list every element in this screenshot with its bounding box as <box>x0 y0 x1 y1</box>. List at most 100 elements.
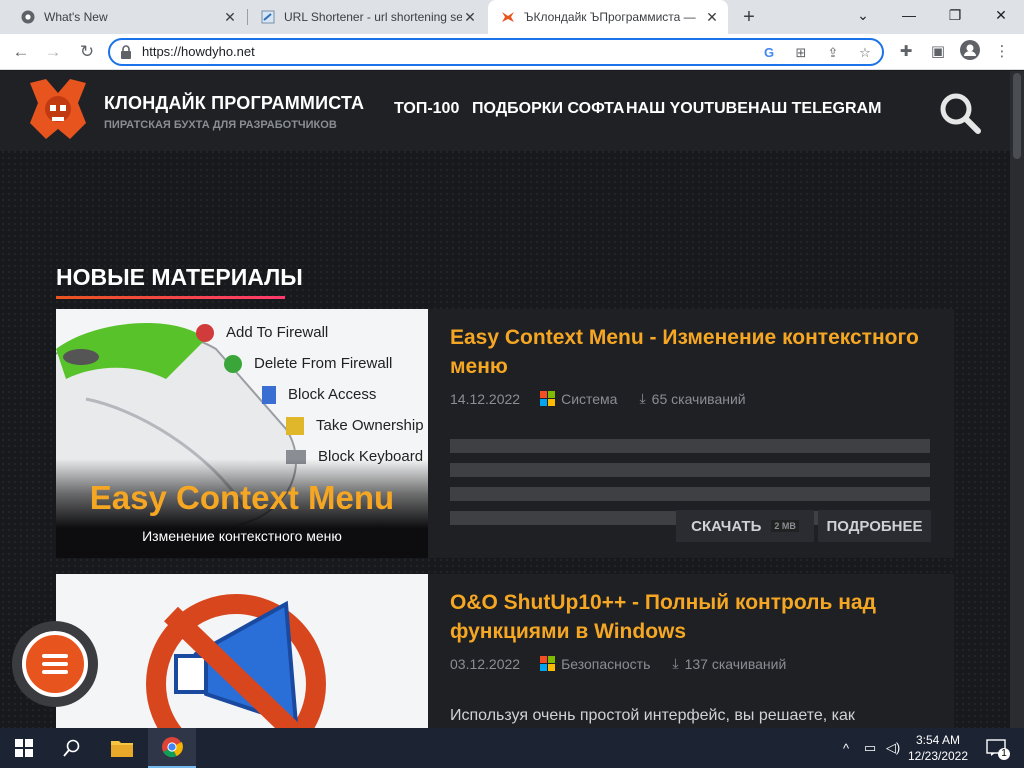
article-thumbnail[interactable]: Add To Firewall Delete From Firewall Blo… <box>56 309 428 558</box>
show-hidden-icons[interactable]: ^ <box>834 728 858 768</box>
article-category[interactable]: Безопасность <box>561 656 650 672</box>
back-button[interactable]: ← <box>8 40 34 66</box>
browser-tab-strip: What's New ✕ URL Shortener - url shorten… <box>0 0 1024 34</box>
site-logo[interactable] <box>28 79 88 143</box>
article-category[interactable]: Система <box>561 391 617 407</box>
article-meta: 14.12.2022 Система ⤓ 65 скачиваний <box>450 390 752 407</box>
minimize-button[interactable]: — <box>886 0 932 30</box>
search-taskbar-button[interactable] <box>48 728 96 768</box>
page-viewport: КЛОНДАЙК ПРОГРАММИСТА ПИРАТСКАЯ БУХТА ДЛ… <box>0 71 1010 728</box>
google-lens-icon[interactable]: G <box>760 44 778 62</box>
new-tab-button[interactable]: + <box>736 4 762 30</box>
shield-uac-icon <box>286 416 304 435</box>
more-button[interactable]: ПОДРОБНЕЕ <box>818 510 931 542</box>
thumbnail-title: Easy Context Menu <box>89 479 395 516</box>
menu-preview-row: Add To Firewall <box>196 317 424 348</box>
search-icon[interactable] <box>938 91 982 135</box>
download-count-icon: ⤓ <box>672 655 679 671</box>
tab-search-icon[interactable]: ⌄ <box>840 0 886 30</box>
page-scrollbar[interactable] <box>1010 71 1024 728</box>
site-brand[interactable]: КЛОНДАЙК ПРОГРАММИСТА <box>104 93 364 114</box>
close-window-button[interactable]: ✕ <box>978 0 1024 30</box>
search-icon <box>63 739 80 757</box>
article-downloads: 137 скачиваний <box>684 655 787 672</box>
menu-preview-row: Take Ownership <box>286 410 424 441</box>
share-icon[interactable]: ⇪ <box>824 44 842 62</box>
restore-button[interactable]: ❐ <box>932 0 978 30</box>
tab-klondike[interactable]: ЪКлондайк ЪПрограммиста — ✕ <box>488 0 728 34</box>
file-explorer-button[interactable] <box>98 728 146 768</box>
padlock-icon <box>262 385 276 404</box>
download-size-badge: 2 MB <box>771 520 799 532</box>
tab-title: URL Shortener - url shortening se <box>284 10 462 24</box>
section-underline <box>56 296 285 299</box>
article-description: Используя очень простой интерфейс, вы ре… <box>450 707 855 724</box>
chrome-taskbar-button[interactable] <box>148 728 196 768</box>
article-title[interactable]: O&O ShutUp10++ - Полный контроль над фун… <box>450 588 930 646</box>
article-card: O&O ShutUp10++ - Полный контроль над фун… <box>56 574 954 728</box>
tab-title: What's New <box>44 10 108 24</box>
extensions-icon[interactable]: ✚ <box>894 40 918 64</box>
tab-url-shortener[interactable]: URL Shortener - url shortening se ✕ <box>248 0 486 34</box>
close-tab-icon[interactable]: ✕ <box>704 9 720 25</box>
bookmark-star-icon[interactable]: ☆ <box>856 44 874 62</box>
windows-icon <box>540 391 556 406</box>
link-icon <box>260 9 276 25</box>
windows-start-icon <box>15 739 33 757</box>
article-thumbnail[interactable] <box>56 574 428 728</box>
shield-green-icon <box>224 354 242 373</box>
translate-icon[interactable]: ⊞ <box>792 44 810 62</box>
menu-preview-label: Take Ownership <box>316 417 424 434</box>
side-panel-icon[interactable]: ▣ <box>926 40 950 64</box>
article-title[interactable]: Easy Context Menu - Изменение контекстно… <box>450 323 930 381</box>
menu-item-collections[interactable]: ПОДБОРКИ СОФТА <box>472 100 624 118</box>
download-count-icon: ⤓ <box>639 390 646 406</box>
article-meta: 03.12.2022 Безопасность ⤓ 137 скачиваний <box>450 655 792 672</box>
context-menu-preview: Add To Firewall Delete From Firewall Blo… <box>196 317 424 472</box>
windows-taskbar: ^ ▭ ◁) 3:54 AM 12/23/2022 1 <box>0 728 1024 768</box>
lock-icon[interactable] <box>120 45 132 59</box>
menu-preview-row: Block Access <box>262 379 424 410</box>
no-megaphone-illustration <box>56 574 428 728</box>
tab-whats-new[interactable]: What's New ✕ <box>8 0 246 34</box>
notification-center-button[interactable]: 1 <box>976 728 1016 768</box>
address-bar[interactable]: https://howdyho.net G ⊞ ⇪ ☆ <box>108 38 884 66</box>
close-tab-icon[interactable]: ✕ <box>462 9 478 25</box>
system-clock[interactable]: 3:54 AM 12/23/2022 <box>900 732 976 764</box>
close-tab-icon[interactable]: ✕ <box>222 9 238 25</box>
clock-time: 3:54 AM <box>915 733 961 747</box>
url-text[interactable]: https://howdyho.net <box>142 44 255 59</box>
clock-date: 12/23/2022 <box>907 749 969 763</box>
menu-preview-row: Delete From Firewall <box>224 348 424 379</box>
menu-preview-label: Delete From Firewall <box>254 355 393 372</box>
network-icon[interactable]: ▭ <box>858 728 882 768</box>
article-date: 03.12.2022 <box>450 655 521 672</box>
thumbnail-subtitle: Изменение контекстного меню <box>142 528 342 544</box>
menu-item-telegram[interactable]: НАШ TELEGRAM <box>748 100 881 118</box>
menu-item-youtube[interactable]: НАШ YOUTUBE <box>626 100 748 118</box>
chrome-icon <box>162 737 183 758</box>
reload-button[interactable]: ↻ <box>74 40 100 66</box>
menu-item-top100[interactable]: ТОП-100 <box>394 100 459 118</box>
scrollbar-thumb[interactable] <box>1013 73 1021 159</box>
download-button[interactable]: СКАЧАТЬ 2 MB <box>676 510 814 542</box>
forward-button[interactable]: → <box>40 40 66 66</box>
start-button[interactable] <box>0 728 48 768</box>
article-date: 14.12.2022 <box>450 390 521 407</box>
more-menu-icon[interactable]: ⋮ <box>990 40 1014 64</box>
site-header: КЛОНДАЙК ПРОГРАММИСТА ПИРАТСКАЯ БУХТА ДЛ… <box>0 71 1010 151</box>
menu-preview-label: Add To Firewall <box>226 324 329 341</box>
menu-preview-label: Block Access <box>288 386 377 403</box>
folder-icon <box>111 741 133 757</box>
chrome-icon <box>20 9 36 25</box>
hamburger-icon <box>22 631 88 697</box>
tab-title: ЪКлондайк ЪПрограммиста — <box>524 10 696 24</box>
windows-icon <box>540 656 556 671</box>
profile-avatar[interactable] <box>958 40 982 64</box>
floating-menu-button[interactable] <box>12 621 98 707</box>
notification-badge: 1 <box>998 748 1010 760</box>
section-title: НОВЫЕ МАТЕРИАЛЫ <box>56 264 303 290</box>
article-card: Add To Firewall Delete From Firewall Blo… <box>56 309 954 558</box>
site-tagline: ПИРАТСКАЯ БУХТА ДЛЯ РАЗРАБОТЧИКОВ <box>104 119 337 131</box>
article-downloads: 65 скачиваний <box>651 390 746 407</box>
